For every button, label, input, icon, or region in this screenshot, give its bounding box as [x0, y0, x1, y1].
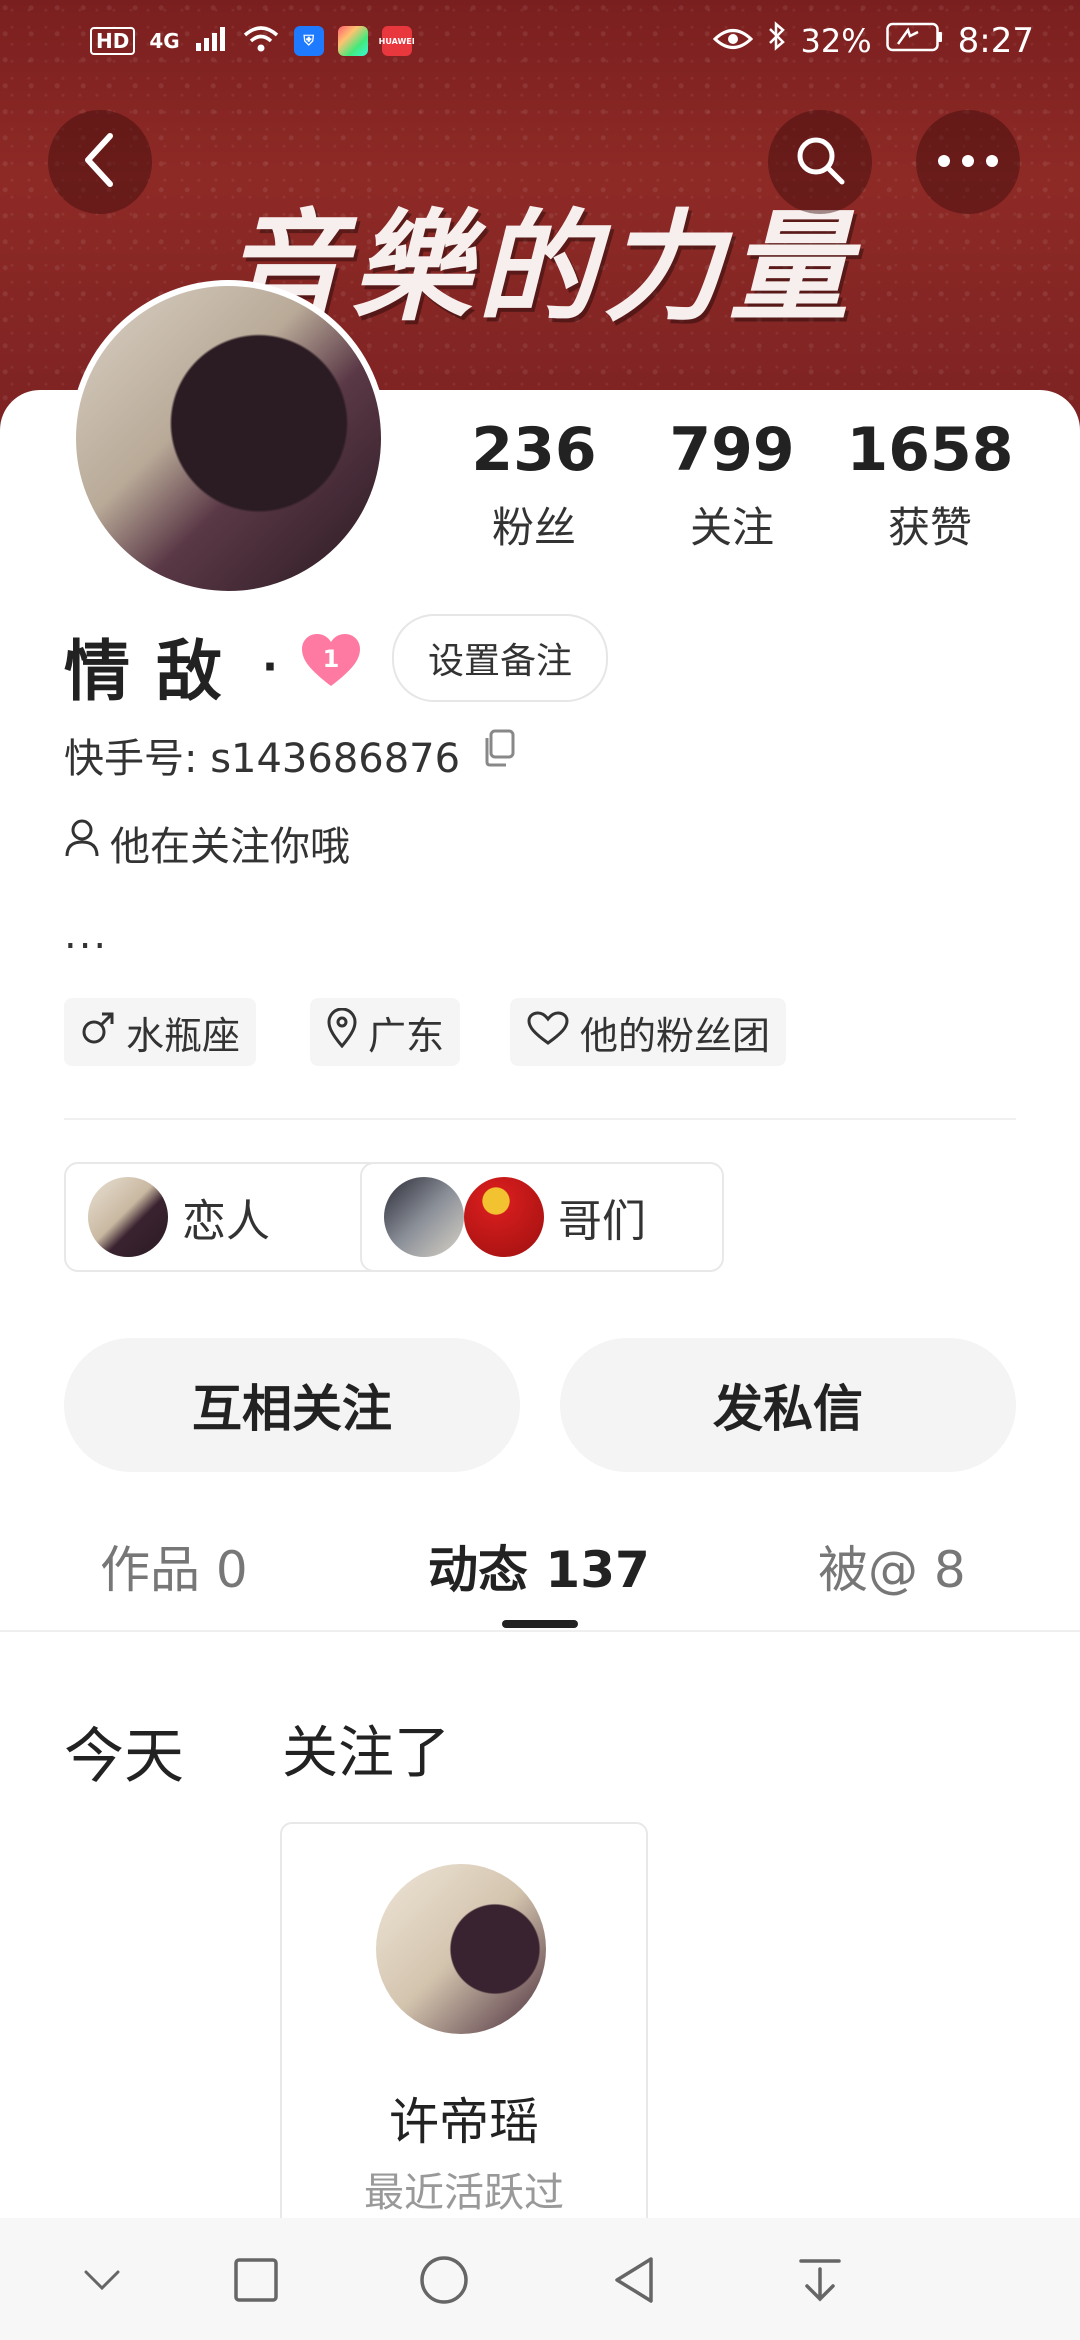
location-icon — [326, 1007, 358, 1057]
search-button[interactable] — [768, 110, 872, 214]
tab-mentions[interactable]: 被@ 8 — [818, 1530, 966, 1602]
square-icon[interactable] — [226, 2250, 286, 2310]
tab-moments[interactable]: 动态 137 — [428, 1530, 650, 1602]
colorful-app-icon — [337, 26, 368, 56]
relation-buddies[interactable]: 哥们 — [360, 1162, 724, 1272]
relation-lover-label: 恋人 — [182, 1196, 270, 1247]
chevron-down-icon[interactable] — [72, 2250, 132, 2310]
status-left: HD 4G ⛨ HUAWEI — [90, 24, 415, 58]
heart-outline-icon — [526, 1010, 570, 1055]
status-right: 32% 8:27 — [712, 20, 1034, 61]
followed-user-name: 许帝瑶 — [389, 2093, 539, 2151]
more-button[interactable] — [916, 110, 1020, 214]
tag-location[interactable]: 广东 — [310, 998, 461, 1066]
wifi-icon — [242, 24, 280, 58]
set-remark-button[interactable]: 设置备注 — [392, 614, 608, 702]
profile-avatar[interactable] — [70, 280, 387, 597]
likes-stat[interactable]: 1658 获赞 — [830, 420, 1030, 555]
battery-icon — [885, 21, 944, 61]
followed-user-status: 最近活跃过 — [364, 2170, 564, 2216]
relation-buddies-label: 哥们 — [558, 1196, 646, 1247]
following-stat[interactable]: 799 关注 — [632, 420, 832, 555]
male-icon — [80, 1010, 116, 1055]
network-type: 4G — [149, 29, 180, 53]
huawei-app-icon: HUAWEI — [379, 26, 415, 56]
tabs-divider — [0, 1630, 1080, 1632]
followed-user-avatar — [376, 1864, 546, 2034]
clock: 8:27 — [957, 20, 1034, 61]
tag-fan-club-label: 他的粉丝团 — [580, 1013, 771, 1058]
status-bar: HD 4G ⛨ HUAWEI 32% 8:27 — [0, 0, 1080, 84]
mutual-follow-button[interactable]: 互相关注 — [64, 1338, 520, 1472]
copy-icon[interactable] — [482, 728, 518, 768]
hd-indicator: HD — [90, 27, 136, 55]
tag-constellation-label: 水瓶座 — [126, 1013, 241, 1058]
profile-name: 情敌 — [64, 633, 248, 710]
search-icon — [792, 132, 848, 192]
person-icon — [64, 818, 100, 868]
relation-lover[interactable]: 恋人 — [64, 1162, 384, 1272]
tag-constellation[interactable]: 水瓶座 — [64, 998, 257, 1066]
likes-label: 获赞 — [887, 503, 972, 552]
buddy-avatar-1 — [384, 1177, 464, 1257]
tag-fan-club[interactable]: 他的粉丝团 — [510, 998, 787, 1066]
likes-count: 1658 — [846, 415, 1014, 485]
bluetooth-icon — [767, 20, 787, 61]
kuaishou-id: 快手号: s143686876 — [64, 736, 461, 782]
triangle-back-icon[interactable] — [604, 2250, 664, 2310]
tab-works[interactable]: 作品 0 — [100, 1530, 248, 1602]
section-divider — [64, 1118, 1016, 1120]
follow-note-text: 他在关注你哦 — [110, 824, 350, 870]
chevron-left-icon — [80, 130, 120, 194]
followers-label: 粉丝 — [491, 503, 576, 552]
back-button[interactable] — [48, 110, 152, 214]
download-icon[interactable] — [790, 2250, 850, 2310]
system-nav-bar — [0, 2218, 1080, 2340]
send-message-button[interactable]: 发私信 — [560, 1338, 1016, 1472]
name-dot: · — [262, 642, 278, 691]
tag-location-label: 广东 — [368, 1013, 445, 1058]
feed-action: 关注了 — [282, 1721, 450, 1786]
signal-icon — [194, 25, 228, 57]
heart-level: 1 — [323, 645, 340, 673]
tab-active-indicator — [502, 1620, 578, 1628]
followers-count: 236 — [471, 415, 597, 485]
lover-avatar — [88, 1177, 168, 1257]
battery-percent: 32% — [800, 21, 872, 60]
circle-icon[interactable] — [414, 2250, 474, 2310]
followers-stat[interactable]: 236 粉丝 — [434, 420, 634, 555]
eye-icon — [712, 21, 753, 61]
following-label: 关注 — [689, 503, 774, 552]
shield-app-icon: ⛨ — [293, 26, 324, 56]
more-icon — [936, 153, 1000, 172]
follow-note: 他在关注你哦 — [64, 814, 350, 872]
intimacy-heart-badge[interactable]: 1 — [300, 632, 362, 688]
feed-date: 今天 — [64, 1722, 184, 1792]
following-count: 799 — [669, 415, 795, 485]
bio-ellipsis[interactable]: ... — [64, 912, 108, 958]
buddy-avatar-2 — [464, 1177, 544, 1257]
